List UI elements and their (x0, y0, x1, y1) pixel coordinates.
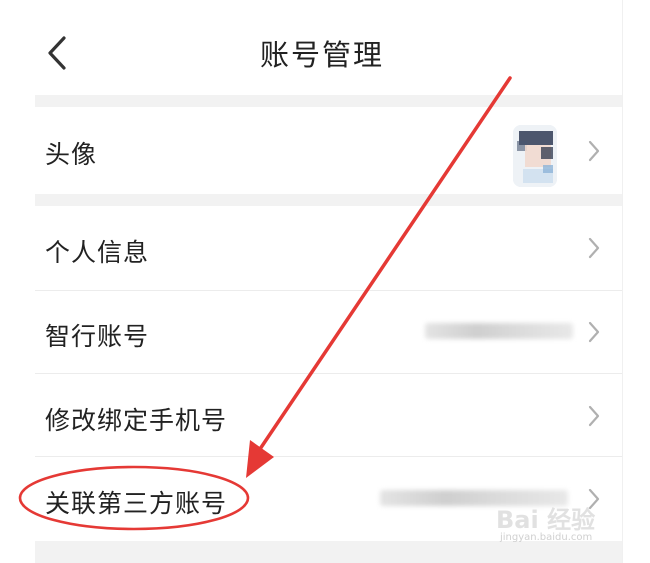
chevron-right-icon (588, 321, 600, 343)
row-label: 头像 (45, 140, 98, 169)
row-label: 修改绑定手机号 (45, 406, 228, 435)
section-gap (35, 95, 622, 107)
chevron-right-icon (588, 140, 600, 162)
row-zhixing-account[interactable]: 智行账号 (35, 291, 622, 373)
row-personal-info[interactable]: 个人信息 (35, 206, 622, 290)
row-label: 个人信息 (45, 238, 150, 267)
page-title: 账号管理 (259, 38, 384, 72)
section-gap (35, 194, 622, 206)
avatar (513, 125, 557, 187)
row-avatar[interactable]: 头像 (35, 107, 622, 194)
row-label: 智行账号 (45, 322, 150, 351)
page-margin (622, 0, 650, 563)
account-management-screen: 账号管理 头像 个人信息 智行账号 修改绑定手机号 关联第三方账号 Bai 经验… (0, 0, 650, 563)
watermark-url: jingyan.baidu.com (500, 532, 593, 543)
watermark-logo-text: Bai 经验 (496, 506, 596, 534)
watermark: Bai 经验 jingyan.baidu.com (496, 500, 622, 556)
account-value-blurred (425, 323, 573, 339)
row-label: 关联第三方账号 (45, 489, 228, 518)
row-change-phone[interactable]: 修改绑定手机号 (35, 374, 622, 456)
header-bar: 账号管理 (0, 0, 622, 95)
chevron-right-icon (588, 237, 600, 259)
chevron-right-icon (588, 405, 600, 427)
